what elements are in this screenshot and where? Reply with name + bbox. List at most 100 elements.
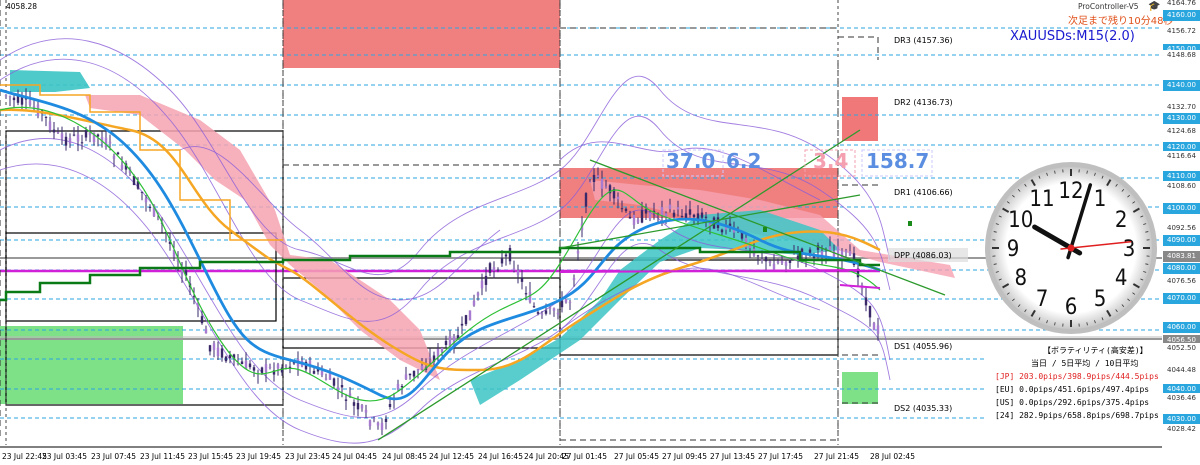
clock-hour-number: 5	[1094, 287, 1107, 312]
resistance-zone-box	[283, 0, 560, 68]
candle-body	[44, 116, 48, 118]
candle-body	[828, 246, 832, 251]
candle-body	[52, 129, 56, 133]
candle-body	[108, 141, 112, 144]
candle-body	[360, 405, 364, 409]
time-axis-label: 24 Jul 04:45	[332, 452, 377, 461]
countdown-label: 次足まで残り10分48秒	[1068, 16, 1174, 27]
candle-body	[340, 385, 344, 388]
candle-body	[776, 261, 780, 263]
brand-cap-icon: 🎓	[1148, 1, 1161, 12]
ichimoku-cloud-bullish	[470, 210, 840, 405]
candle-body	[624, 208, 628, 212]
candle-body	[680, 216, 684, 218]
candle-body	[364, 409, 368, 413]
candle-body	[516, 270, 520, 276]
candle-body	[704, 216, 708, 218]
candle-body	[80, 142, 84, 144]
candle-body	[380, 422, 384, 430]
time-axis-label: 23 Jul 22:45	[2, 452, 47, 461]
price-axis-tick: 4044.48	[1163, 365, 1200, 376]
indicator-stat-value: 6.2	[726, 149, 762, 173]
candle-body	[64, 136, 68, 146]
candle-body	[372, 418, 376, 420]
candle-body	[568, 301, 572, 303]
candle-body	[416, 369, 420, 371]
candle-body	[312, 370, 316, 374]
brand-label: ProController-V5	[1078, 2, 1139, 11]
candle-body	[564, 299, 568, 303]
candle-body	[484, 275, 488, 285]
price-axis-tick: 4100.00	[1163, 203, 1200, 214]
candle-body	[60, 133, 64, 139]
support-zone-box	[0, 326, 183, 404]
candle-body	[8, 96, 12, 98]
candle-body	[148, 206, 152, 209]
candle-body	[344, 399, 348, 401]
candle-body	[788, 259, 792, 263]
candle-body	[284, 365, 288, 367]
candle-body	[84, 130, 88, 138]
pivot-label: DS1 (4055.96)	[894, 342, 953, 351]
session-range-box	[5, 232, 277, 322]
candle-body	[668, 204, 672, 210]
candle-body	[576, 251, 580, 254]
candle-body	[844, 250, 848, 253]
candle-body	[872, 322, 876, 331]
time-axis-label: 23 Jul 23:45	[285, 452, 330, 461]
price-axis-tick: 4090.00	[1163, 235, 1200, 246]
price-axis-tick: 4036.46	[1163, 393, 1200, 404]
time-axis-label: 28 Jul 02:45	[870, 452, 915, 461]
symbol-label: XAUUSDs:M15(2.0)	[1010, 29, 1135, 44]
candle-body	[556, 312, 560, 315]
volatility-row: [US] 0.0pips/292.6pips/375.4pips	[995, 398, 1150, 407]
time-axis-label: 27 Jul 17:45	[758, 452, 803, 461]
time-axis-label: 23 Jul 03:45	[42, 452, 87, 461]
pivot-label: DR2 (4136.73)	[894, 98, 953, 107]
candle-body	[620, 208, 624, 210]
candle-body	[440, 347, 444, 352]
time-axis-label: 24 Jul 08:45	[382, 452, 427, 461]
pivot-label: DPP (4086.03)	[894, 251, 952, 260]
candle-body	[836, 246, 840, 255]
candle-body	[240, 361, 244, 365]
candle-body	[420, 365, 424, 370]
candle-body	[356, 403, 360, 410]
time-axis-label: 27 Jul 09:45	[662, 452, 707, 461]
time-axis-label: 23 Jul 15:45	[188, 452, 233, 461]
volatility-row: [24] 282.9pips/658.8pips/698.7pips	[995, 411, 1159, 420]
clock-hour-number: 4	[1115, 266, 1128, 291]
candle-body	[68, 137, 72, 144]
candle-body	[216, 347, 220, 357]
clock-hour-number: 3	[1123, 237, 1136, 262]
candle-body	[140, 191, 144, 193]
clock-hour-number: 9	[1007, 237, 1020, 262]
candle-body	[876, 325, 880, 334]
candle-body	[276, 364, 280, 369]
volatility-row: [EU] 0.0pips/451.6pips/497.4pips	[995, 385, 1150, 394]
indicator-stat-value: 37.0	[666, 149, 716, 173]
candle-body	[664, 213, 668, 217]
volatility-row: [JP] 203.0pips/398.9pips/444.5pips	[995, 372, 1159, 381]
candle-body	[324, 378, 328, 380]
candle-body	[524, 293, 528, 295]
resistance-zone-box	[842, 97, 878, 141]
candle-body	[412, 370, 416, 377]
candle-body	[756, 255, 760, 257]
ichimoku-cloud-bullish	[10, 70, 90, 92]
candle-body	[12, 97, 16, 101]
candle-body	[700, 212, 704, 218]
candle-body	[28, 100, 32, 105]
candle-body	[868, 305, 872, 318]
candle-body	[204, 328, 208, 334]
candle-body	[692, 214, 696, 218]
price-axis-tick: 4160.00	[1163, 10, 1200, 21]
candle-body	[268, 366, 272, 368]
candle-body	[248, 363, 252, 368]
candle-body	[600, 178, 604, 189]
candle-body	[764, 257, 768, 262]
candle-body	[720, 229, 724, 233]
candle-body	[112, 155, 116, 159]
candle-body	[536, 312, 540, 314]
candle-body	[396, 383, 400, 390]
